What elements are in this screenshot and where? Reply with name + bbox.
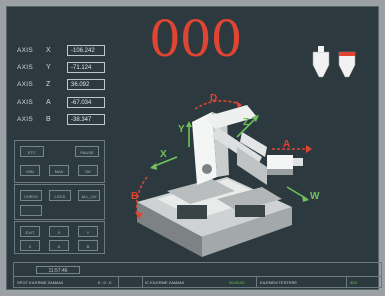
max-button[interactable]: MAX	[49, 165, 69, 176]
spot-time-value: 0 : 0 : 0	[98, 280, 112, 285]
control-group-main: ETC PAUSE MIN MAX OK	[14, 140, 105, 183]
etc-button[interactable]: ETC	[20, 146, 44, 157]
axis-row-y: AXIS Y -71.124	[17, 60, 105, 74]
axis-word: AXIS	[17, 98, 34, 106]
axis-letter-z: Z	[46, 80, 51, 88]
ok-button[interactable]: OK	[78, 165, 98, 176]
clock-readout: 11:57:46	[36, 266, 80, 274]
status-cell-divider	[346, 277, 347, 288]
status-cell-divider	[256, 277, 257, 288]
axis-value-b: -38.347	[67, 113, 105, 125]
axis-letter-b: B	[46, 115, 51, 123]
status-cell-divider	[118, 277, 119, 288]
machine-illustration: D Y Z X A B W	[131, 93, 320, 257]
axis-row-b: AXIS B -38.347	[17, 112, 105, 126]
axis-word: AXIS	[17, 46, 34, 54]
axis-value-a: -67.034	[67, 96, 105, 108]
exit-button[interactable]: EXIT	[20, 226, 40, 237]
axis-label-z: Z	[243, 117, 249, 128]
min-button[interactable]: MIN	[20, 165, 40, 176]
axis-value-x: -106.242	[67, 44, 105, 56]
status-bar: 11:57:46 SPOT KILERME ZAMANI 0 : 0 : 0 I…	[13, 262, 382, 288]
axis-word: AXIS	[17, 115, 34, 123]
axis-letter-a: A	[46, 98, 51, 106]
axis-letter-y: Y	[46, 63, 51, 71]
axis-row-a: AXIS A -67.034	[17, 95, 105, 109]
ic-time-label: IC KILERME ZAMANI	[145, 280, 184, 285]
spot-time-label: SPOT KILERME ZAMANI	[17, 280, 63, 285]
axis-word: AXIS	[17, 80, 34, 88]
new-saw-value: 304	[350, 280, 357, 285]
check-button[interactable]: CHECK	[20, 190, 42, 201]
part-counter: 000	[149, 10, 242, 68]
gripper-status-icon	[312, 46, 356, 78]
jog-a-button[interactable]: A	[49, 240, 69, 251]
all-ov-button[interactable]: ALL_OV	[78, 190, 100, 201]
jog-b-button[interactable]: B	[78, 240, 98, 251]
device-frame: AXIS X -106.242 AXIS Y -71.124 AXIS Z 36…	[0, 0, 385, 296]
jog-y-button[interactable]: Y	[78, 226, 98, 237]
axis-value-z: 36.092	[67, 78, 105, 90]
lock-button[interactable]: LOCK	[49, 190, 71, 201]
pause-button[interactable]: PAUSE	[75, 146, 99, 157]
axis-value-y: -71.124	[67, 61, 105, 73]
axis-word: AXIS	[17, 63, 34, 71]
status-cell-divider	[142, 277, 143, 288]
hmi-screen: AXIS X -106.242 AXIS Y -71.124 AXIS Z 36…	[6, 6, 382, 290]
jog-x-button[interactable]: X	[49, 226, 69, 237]
aux-button[interactable]	[20, 205, 42, 216]
axis-row-z: AXIS Z 36.092	[17, 77, 105, 91]
axis-label-d: D	[210, 93, 217, 104]
axis-label-y: Y	[178, 124, 185, 135]
axis-label-b: B	[131, 191, 138, 202]
new-saw-label: KILENEM TESTERE	[260, 280, 298, 285]
status-divider	[14, 276, 381, 277]
control-group-check: CHECK LOCK ALL_OV	[14, 184, 105, 220]
ic-time-value: 00:00:00	[229, 280, 245, 285]
jog-z-button[interactable]: Z	[20, 240, 40, 251]
axis-label-x: X	[160, 149, 167, 160]
axis-label-a: A	[283, 139, 290, 150]
control-group-jog: EXIT X Y Z A B	[14, 221, 105, 254]
axis-label-w: W	[310, 191, 320, 202]
axis-row-x: AXIS X -106.242	[17, 43, 105, 57]
axis-letter-x: X	[46, 46, 51, 54]
